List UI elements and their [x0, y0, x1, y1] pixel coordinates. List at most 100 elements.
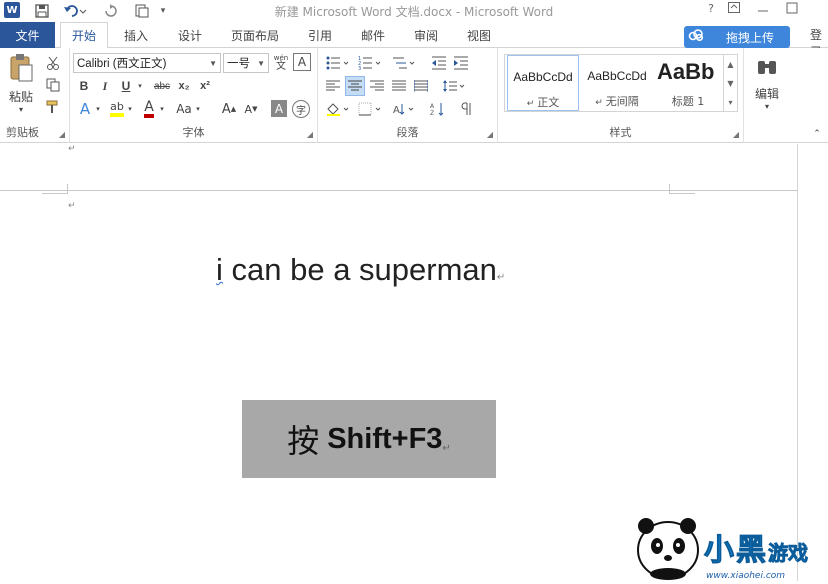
- highlight-label: ab: [110, 101, 124, 117]
- svg-text:A: A: [393, 105, 400, 116]
- help-icon[interactable]: ?: [700, 2, 722, 18]
- tab-review[interactable]: 审阅: [403, 22, 449, 48]
- font-launcher-icon[interactable]: ◢: [307, 130, 313, 139]
- gallery-scroll-up-icon[interactable]: ▲: [723, 55, 737, 74]
- subscript-button[interactable]: x₂: [176, 77, 192, 95]
- bold-button[interactable]: B: [76, 77, 92, 95]
- editing-button[interactable]: 编辑 ▾: [751, 54, 783, 114]
- binoculars-icon: [756, 58, 778, 79]
- align-left-icon[interactable]: [324, 77, 342, 95]
- tab-file[interactable]: 文件: [0, 22, 55, 48]
- style-no-spacing[interactable]: AaBbCcDd ↵ 无间隔: [581, 55, 653, 111]
- minimize-icon[interactable]: [752, 2, 774, 18]
- tab-design[interactable]: 设计: [166, 22, 214, 48]
- svg-text:www.xiaohei.com: www.xiaohei.com: [706, 571, 785, 581]
- clipboard-group: 粘贴 ▾ 剪贴板 ◢: [0, 48, 70, 143]
- collapse-ribbon-icon[interactable]: ⌃: [810, 128, 824, 140]
- decrease-indent-icon[interactable]: [430, 54, 448, 72]
- style-normal-sample: AaBbCcDd: [513, 70, 573, 84]
- sort-icon[interactable]: AZ: [428, 100, 450, 118]
- drag-upload-button[interactable]: 拖拽上传: [684, 26, 790, 48]
- gallery-more-icon[interactable]: ▾: [723, 93, 737, 112]
- change-case-button[interactable]: Aa: [174, 99, 194, 119]
- character-shading-button[interactable]: A: [271, 100, 287, 117]
- text-effects-dropdown-icon[interactable]: ▾: [94, 99, 102, 119]
- underline-dropdown-icon[interactable]: ▾: [136, 77, 144, 95]
- increase-indent-icon[interactable]: [452, 54, 470, 72]
- highlight-button[interactable]: ab: [108, 99, 126, 119]
- font-name-combo[interactable]: Calibri (西文正文) ▼: [73, 53, 221, 73]
- enclose-characters-button[interactable]: 字: [292, 100, 310, 118]
- align-center-icon[interactable]: [345, 76, 365, 96]
- bullets-button[interactable]: [324, 54, 352, 72]
- ribbon-home: 粘贴 ▾ 剪贴板 ◢ Calibri (西文正文) ▼ 一号 ▼ wén 文 A: [0, 48, 828, 143]
- borders-button[interactable]: [356, 100, 384, 118]
- svg-text:小: 小: [704, 533, 734, 568]
- italic-button[interactable]: I: [97, 77, 113, 95]
- style-no-spacing-sample: AaBbCcDd: [587, 69, 647, 83]
- paste-button[interactable]: 粘贴 ▾: [4, 53, 38, 114]
- justify-icon[interactable]: [390, 77, 408, 95]
- tab-page-layout[interactable]: 页面布局: [222, 22, 288, 48]
- align-right-icon[interactable]: [368, 77, 386, 95]
- text-effects-button[interactable]: A: [76, 99, 94, 119]
- hint-prefix: 按: [287, 422, 320, 460]
- paste-label: 粘贴: [8, 89, 33, 104]
- font-size-dropdown-icon: ▼: [257, 58, 265, 68]
- shading-button[interactable]: [324, 100, 352, 118]
- style-heading-1[interactable]: AaBb 标题 1: [655, 55, 721, 111]
- svg-text:Z: Z: [430, 110, 434, 116]
- gallery-scroll-down-icon[interactable]: ▼: [723, 74, 737, 93]
- maximize-icon[interactable]: [781, 2, 803, 18]
- tab-mailings[interactable]: 邮件: [350, 22, 396, 48]
- text-direction-button[interactable]: A: [392, 100, 418, 118]
- cut-icon[interactable]: [44, 54, 62, 72]
- hint-keys: Shift+F3: [327, 422, 443, 455]
- superscript-button[interactable]: x²: [197, 77, 213, 95]
- paragraph-group: 123 A A Z 段落 ◢: [318, 48, 498, 143]
- header-boundary: [0, 190, 797, 191]
- highlight-dropdown-icon[interactable]: ▾: [126, 99, 134, 119]
- strikethrough-button[interactable]: abc: [150, 77, 174, 95]
- clipboard-launcher-icon[interactable]: ◢: [59, 130, 65, 139]
- copy-icon[interactable]: [44, 76, 62, 94]
- grow-font-label: A: [221, 101, 231, 117]
- hint-paragraph-mark: ↵: [442, 442, 451, 454]
- font-color-button[interactable]: A: [140, 99, 158, 119]
- phonetic-guide-button[interactable]: wén 文: [271, 53, 291, 73]
- show-formatting-marks-icon[interactable]: [456, 100, 478, 118]
- tab-insert[interactable]: 插入: [112, 22, 160, 48]
- numbering-button[interactable]: 123: [356, 54, 384, 72]
- style-heading-1-name: 标题 1: [671, 95, 705, 108]
- ribbon-display-icon[interactable]: [723, 2, 745, 18]
- style-normal[interactable]: AaBbCcDd ↵ 正文: [507, 55, 579, 111]
- drag-upload-label: 拖拽上传: [726, 30, 775, 45]
- tab-references[interactable]: 引用: [297, 22, 343, 48]
- font-color-dropdown-icon[interactable]: ▾: [158, 99, 166, 119]
- change-case-dropdown-icon[interactable]: ▾: [194, 99, 202, 119]
- style-no-spacing-name: ↵ 无间隔: [595, 95, 639, 108]
- font-group-label: 字体: [182, 126, 205, 139]
- character-border-button[interactable]: A: [293, 53, 311, 71]
- header-paragraph-mark: ↵: [68, 144, 76, 154]
- multilevel-list-button[interactable]: [390, 54, 418, 72]
- line-spacing-button[interactable]: [440, 77, 468, 95]
- shrink-font-button[interactable]: A ▼: [242, 99, 260, 119]
- style-normal-name: ↵ 正文: [526, 96, 560, 109]
- format-painter-icon[interactable]: [44, 98, 62, 116]
- underline-button[interactable]: U: [118, 77, 134, 95]
- style-heading-1-sample: AaBb: [657, 59, 715, 84]
- styles-launcher-icon[interactable]: ◢: [733, 130, 739, 139]
- paste-dropdown-icon: ▾: [18, 104, 23, 114]
- tab-home[interactable]: 开始: [60, 22, 108, 49]
- paste-icon: [8, 53, 34, 86]
- font-group: Calibri (西文正文) ▼ 一号 ▼ wén 文 A B I U ▾ ab…: [70, 48, 318, 143]
- paragraph-launcher-icon[interactable]: ◢: [487, 130, 493, 139]
- grow-font-button[interactable]: A ▲: [220, 99, 238, 119]
- misspelled-word[interactable]: i: [216, 252, 223, 287]
- body-paragraph[interactable]: i can be a superman↵: [216, 252, 505, 288]
- shortcut-hint-overlay: 按 Shift+F3 ↵: [242, 400, 496, 478]
- font-size-combo[interactable]: 一号 ▼: [223, 53, 269, 73]
- distributed-icon[interactable]: [412, 77, 430, 95]
- tab-view[interactable]: 视图: [456, 22, 502, 48]
